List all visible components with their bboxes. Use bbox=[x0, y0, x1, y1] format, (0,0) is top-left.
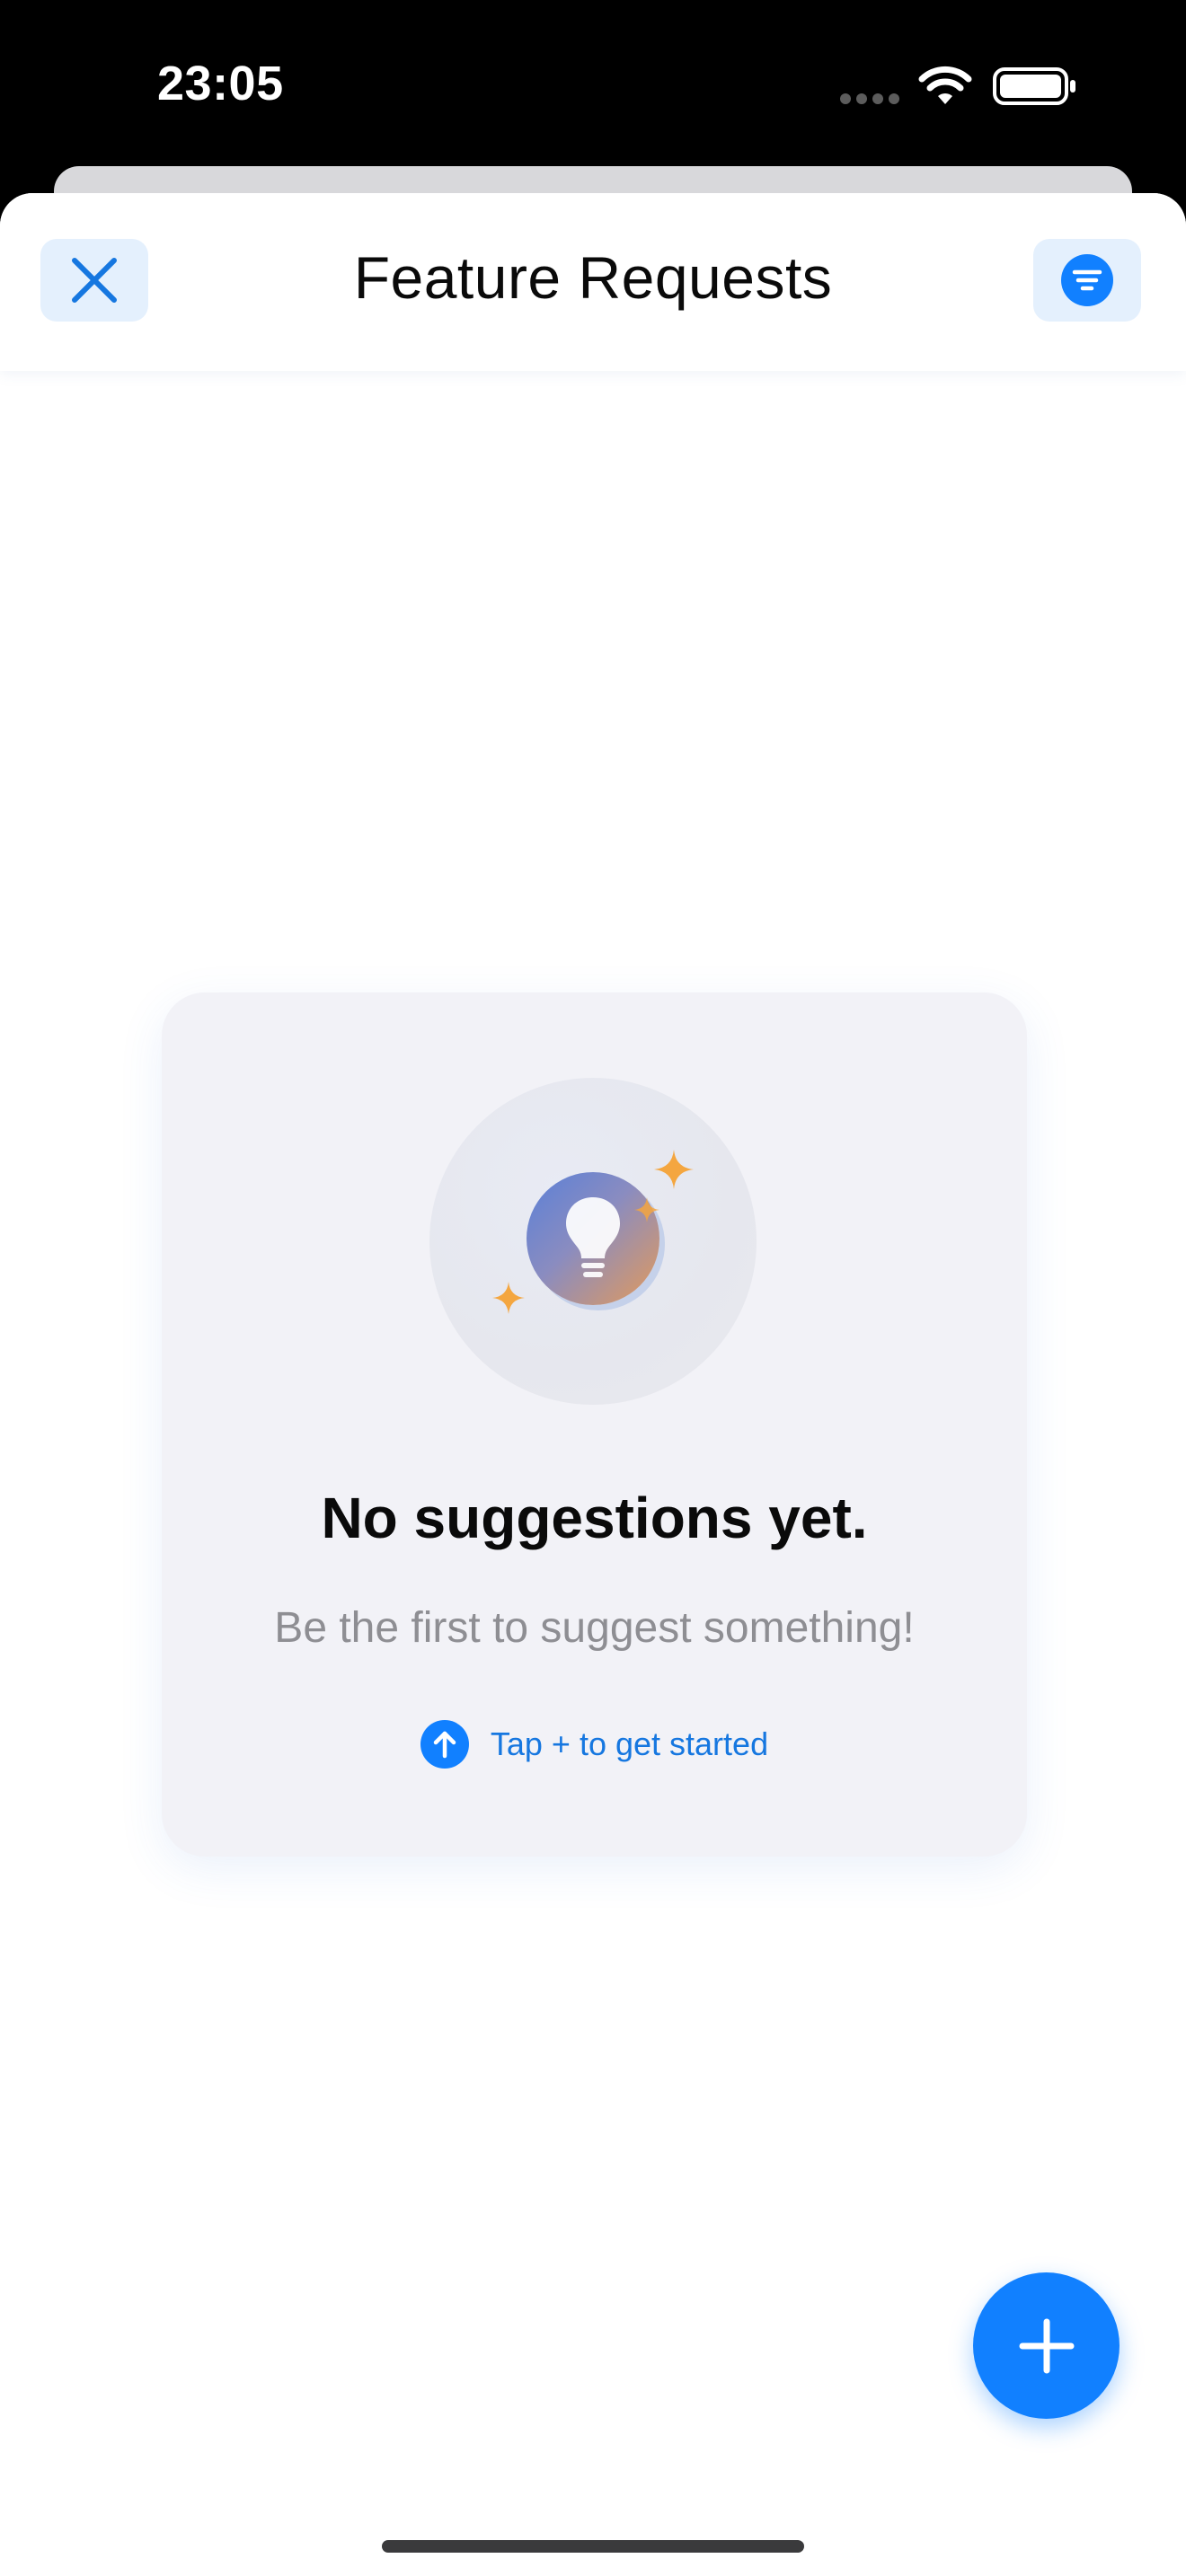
sparkle-icon bbox=[634, 1197, 659, 1222]
add-suggestion-button[interactable] bbox=[973, 2272, 1120, 2419]
battery-icon bbox=[993, 67, 1075, 105]
empty-state-card: No suggestions yet. Be the first to sugg… bbox=[162, 992, 1027, 1857]
filter-button[interactable] bbox=[1033, 239, 1141, 322]
status-bar: 23:05 bbox=[0, 0, 1186, 180]
arrow-up-circle-icon bbox=[420, 1720, 469, 1769]
feature-requests-sheet: Feature Requests No suggestions yet. Be … bbox=[0, 193, 1186, 2576]
page-title: Feature Requests bbox=[353, 244, 833, 311]
sparkle-icon bbox=[654, 1150, 694, 1189]
navigation-bar: Feature Requests bbox=[0, 193, 1186, 371]
get-started-hint: Tap + to get started bbox=[162, 1720, 1027, 1769]
sparkle-icon bbox=[492, 1282, 525, 1314]
hint-text: Tap + to get started bbox=[490, 1725, 769, 1762]
empty-state-subtitle: Be the first to suggest something! bbox=[274, 1604, 915, 1652]
home-indicator[interactable] bbox=[382, 2540, 804, 2553]
plus-icon bbox=[1019, 2318, 1074, 2373]
cellular-signal-icon bbox=[840, 93, 901, 106]
wifi-icon bbox=[918, 66, 972, 104]
status-time: 23:05 bbox=[157, 57, 284, 110]
empty-state-title: No suggestions yet. bbox=[321, 1486, 868, 1550]
lightbulb-icon bbox=[527, 1172, 659, 1305]
filter-icon bbox=[1061, 254, 1113, 306]
